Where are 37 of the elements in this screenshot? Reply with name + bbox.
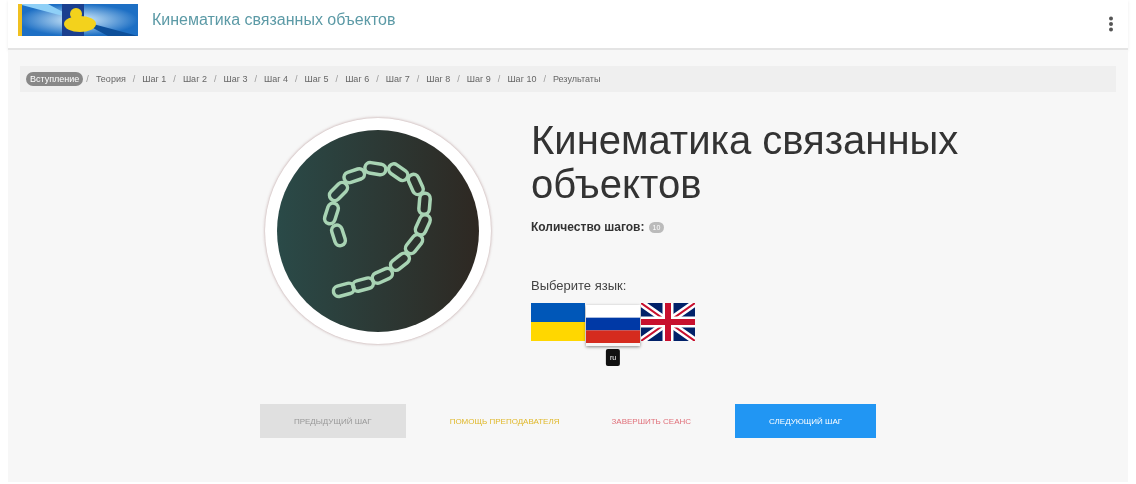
app-title: Кинематика связанных объектов	[152, 11, 397, 29]
breadcrumb-item[interactable]: Шаг 4	[260, 72, 293, 86]
steps-label: Количество шагов:	[531, 220, 645, 234]
breadcrumb-separator: /	[497, 74, 501, 84]
breadcrumb-separator: /	[254, 74, 257, 84]
breadcrumb-separator: /	[86, 74, 89, 84]
ukraine-flag-icon	[531, 303, 585, 341]
action-button[interactable]: ЗАВЕРШИТЬ СЕАНС	[603, 404, 700, 438]
breadcrumb-separator: /	[416, 74, 420, 84]
breadcrumb-separator: /	[213, 74, 217, 84]
breadcrumb-item[interactable]: Шаг 5	[300, 72, 333, 86]
breadcrumb-item[interactable]: Шаг 6	[341, 72, 374, 86]
breadcrumb-item[interactable]: Шаг 8	[422, 72, 455, 86]
uk-flag-icon	[641, 303, 695, 341]
page-heading: Кинематика связанных объектов	[531, 118, 960, 206]
breadcrumb-separator: /	[457, 74, 460, 84]
breadcrumb-separator: /	[543, 74, 546, 84]
language-button[interactable]	[531, 303, 585, 344]
russia-flag-icon	[586, 305, 640, 343]
breadcrumb-separator: /	[132, 74, 136, 84]
breadcrumb-separator: /	[173, 74, 176, 84]
breadcrumb-item[interactable]: Результаты	[548, 72, 605, 86]
breadcrumb-item[interactable]: Теория	[91, 72, 130, 86]
language-label: Выберите язык:	[531, 278, 628, 293]
breadcrumb-item[interactable]: Шаг 3	[219, 72, 252, 86]
action-button[interactable]: СЛЕДУЮЩИЙ ШАГ	[735, 404, 877, 438]
breadcrumb-separator: /	[335, 74, 339, 84]
breadcrumb-item[interactable]: Шаг 2	[178, 72, 211, 86]
breadcrumb-item[interactable]: Шаг 7	[381, 72, 414, 86]
breadcrumb-separator: /	[295, 74, 298, 84]
breadcrumb-item[interactable]: Шаг 10	[503, 72, 541, 86]
breadcrumb-separator: /	[376, 74, 379, 84]
breadcrumb-item[interactable]: Вступление	[26, 72, 84, 86]
chain-icon	[321, 160, 434, 300]
breadcrumb-item[interactable]: Шаг 1	[138, 72, 171, 86]
breadcrumb-item[interactable]: Шаг 9	[462, 72, 495, 86]
language-button[interactable]	[641, 303, 695, 344]
